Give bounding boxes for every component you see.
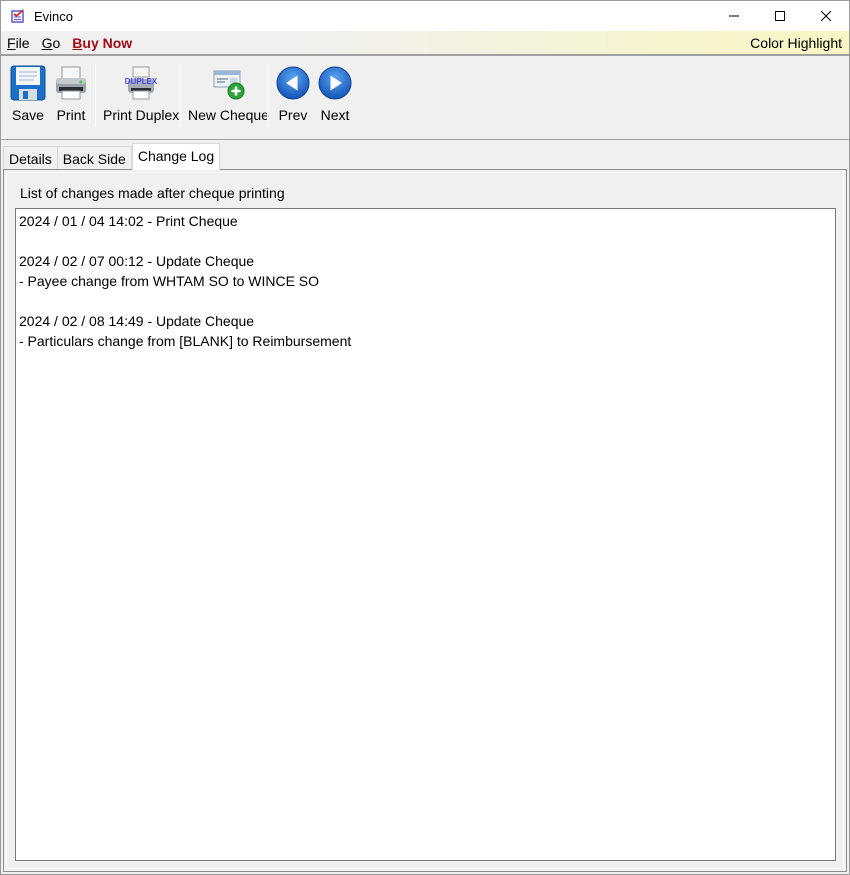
new-cheque-label: New Cheque <box>188 107 269 123</box>
toolbar-separator <box>95 64 96 127</box>
title-bar: Evinco <box>1 1 849 31</box>
save-label: Save <box>12 107 44 123</box>
menu-bar: File Go Buy Now Color Highlight <box>1 31 849 56</box>
change-log-textarea[interactable]: 2024 / 01 / 04 14:02 - Print Cheque 2024… <box>15 208 836 861</box>
prev-label: Prev <box>278 107 308 123</box>
menu-buy-now[interactable]: Buy Now <box>72 35 132 51</box>
print-button[interactable]: Print <box>53 64 89 130</box>
menu-file[interactable]: File <box>7 35 30 51</box>
log-line: 2024 / 01 / 04 14:02 - Print Cheque <box>19 213 238 229</box>
next-button[interactable]: Next <box>317 64 353 130</box>
change-log-heading: List of changes made after cheque printi… <box>20 185 285 201</box>
printer-icon <box>53 64 89 102</box>
maximize-icon <box>775 11 785 21</box>
menu-go[interactable]: Go <box>42 35 61 51</box>
toolbar: Save Print DUPLEX Print Duplex New Chequ… <box>1 58 849 140</box>
menu-file-accel: F <box>7 34 16 51</box>
log-line: - Particulars change from [BLANK] to Rei… <box>19 333 352 349</box>
print-duplex-button[interactable]: DUPLEX Print Duplex <box>103 64 179 130</box>
duplex-icon-text: DUPLEX <box>125 77 158 86</box>
arrow-right-circle-icon <box>317 64 353 102</box>
tab-change-log[interactable]: Change Log <box>131 143 221 170</box>
save-button[interactable]: Save <box>10 64 46 130</box>
menu-buy-now-accel: B <box>72 34 83 51</box>
log-line: - Payee change from WHTAM SO to WINCE SO <box>19 273 320 289</box>
menu-go-accel: G <box>41 34 53 51</box>
log-line: 2024 / 02 / 07 00:12 - Update Cheque <box>19 253 255 269</box>
prev-button[interactable]: Prev <box>275 64 311 130</box>
menu-file-label: ile <box>15 34 30 51</box>
menu-go-label: o <box>52 34 61 51</box>
toolbar-separator <box>267 64 268 127</box>
toolbar-separator <box>180 64 181 127</box>
arrow-left-circle-icon <box>275 64 311 102</box>
color-highlight-label[interactable]: Color Highlight <box>750 35 842 51</box>
minimize-icon <box>729 15 739 17</box>
minimize-button[interactable] <box>711 1 757 31</box>
menu-buy-now-label: uy Now <box>82 34 133 51</box>
tab-details[interactable]: Details <box>3 146 58 170</box>
app-checklist-icon <box>10 8 26 24</box>
window-title: Evinco <box>34 8 74 24</box>
tab-back-side[interactable]: Back Side <box>57 146 132 170</box>
floppy-disk-icon <box>10 64 46 102</box>
next-label: Next <box>320 107 350 123</box>
new-cheque-button[interactable]: New Cheque <box>188 64 269 130</box>
new-cheque-icon <box>210 64 246 102</box>
print-duplex-label: Print Duplex <box>103 107 180 123</box>
log-line: 2024 / 02 / 08 14:49 - Update Cheque <box>19 313 255 329</box>
close-icon <box>821 11 831 21</box>
print-label: Print <box>56 107 86 123</box>
tab-strip: Details Back Side Change Log <box>3 143 221 170</box>
maximize-button[interactable] <box>757 1 803 31</box>
close-button[interactable] <box>803 1 849 31</box>
change-log-panel: List of changes made after cheque printi… <box>3 169 847 872</box>
duplex-printer-icon: DUPLEX <box>123 64 159 102</box>
app-window: Evinco File Go Buy Now Color Highlight S… <box>0 0 850 875</box>
